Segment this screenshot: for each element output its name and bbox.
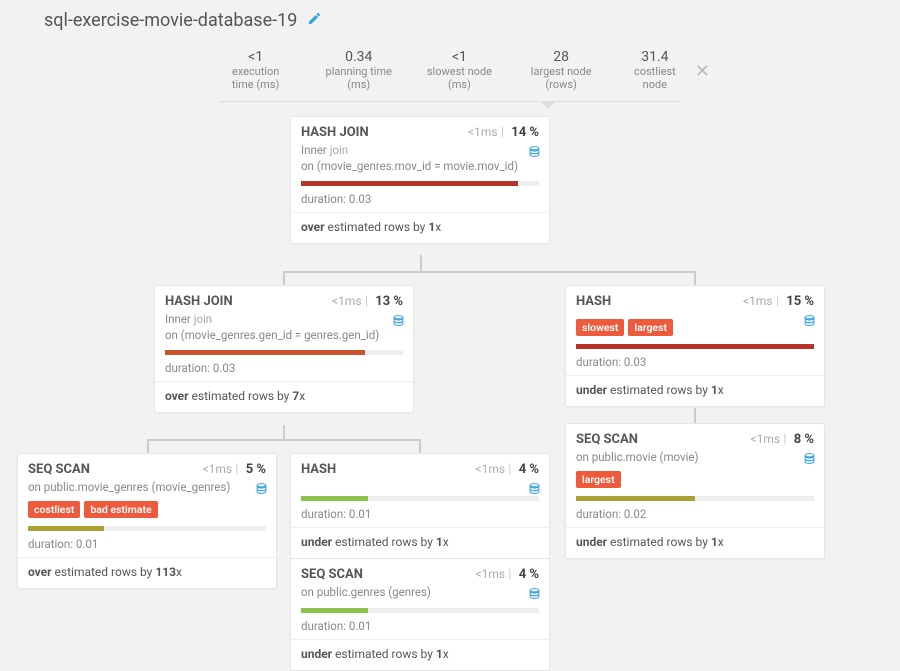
connector: [147, 439, 419, 441]
duration-label: duration: 0.03: [566, 351, 824, 375]
node-title: HASH: [301, 462, 336, 477]
node-title: SEQ SCAN: [301, 567, 363, 582]
plan-node-seq-scan-movie[interactable]: SEQ SCAN <1ms | 8 % on public.movie (mov…: [565, 423, 825, 559]
duration-label: duration: 0.02: [566, 503, 824, 527]
badge-costliest: costliest: [28, 501, 80, 518]
plan-tree: HASH JOIN <1ms | 14 % Inner join on (mov…: [0, 102, 900, 662]
node-title: HASH: [576, 294, 611, 309]
database-icon[interactable]: [803, 452, 816, 470]
estimate-label: over estimated rows by 113x: [18, 557, 276, 588]
node-title: HASH JOIN: [165, 294, 233, 309]
plan-node-seq-scan-genres[interactable]: SEQ SCAN <1ms | 4 % on public.genres (ge…: [290, 558, 550, 671]
node-badges: largest: [566, 471, 824, 494]
plan-node-hash-5[interactable]: HASH <1ms | 4 % duration: 0.01 under est…: [290, 453, 550, 559]
connector: [283, 425, 285, 439]
database-icon[interactable]: [528, 145, 541, 163]
badge-slowest: slowest: [576, 319, 624, 336]
plan-node-hash-join-2[interactable]: HASH JOIN <1ms | 13 % Inner join on (mov…: [154, 285, 414, 413]
duration-bar: [28, 526, 266, 531]
page-title: sql-exercise-movie-database-19: [44, 10, 297, 31]
node-subtext: on public.genres (genres): [291, 585, 549, 606]
node-subtext: on public.movie (movie): [566, 450, 824, 471]
duration-bar: [301, 496, 539, 501]
duration-bar: [165, 350, 403, 355]
database-icon[interactable]: [803, 314, 816, 332]
connector: [694, 408, 696, 423]
stat-largest-node: 28 largest node (rows): [527, 49, 596, 91]
stat-costliest-node: 31.4 costliest node: [630, 49, 680, 91]
estimate-label: over estimated rows by 7x: [155, 381, 413, 412]
node-title: HASH JOIN: [301, 125, 369, 140]
badge-bad-estimate: bad estimate: [84, 501, 157, 518]
duration-bar: [301, 608, 539, 613]
badge-largest: largest: [628, 319, 673, 336]
stat-slowest-node: <1 slowest node (ms): [426, 49, 492, 91]
estimate-label: under estimated rows by 1x: [291, 639, 549, 670]
node-badges: slowest largest: [566, 319, 824, 342]
stat-execution-time: <1 execution time (ms): [220, 49, 291, 91]
node-subtext: [291, 480, 549, 494]
node-subtext: Inner join on (movie_genres.mov_id = mov…: [291, 143, 549, 179]
node-subtext: on public.movie_genres (movie_genres): [18, 480, 276, 501]
stat-planning-time: 0.34 planning time (ms): [325, 49, 392, 91]
connector: [694, 271, 696, 285]
node-subtext: [566, 312, 824, 319]
database-icon[interactable]: [255, 482, 268, 500]
duration-label: duration: 0.01: [291, 503, 549, 527]
plan-node-hash-join-root[interactable]: HASH JOIN <1ms | 14 % Inner join on (mov…: [290, 116, 550, 244]
duration-bar: [576, 496, 814, 501]
estimate-label: under estimated rows by 1x: [566, 375, 824, 406]
connector: [147, 439, 149, 453]
connector: [420, 255, 422, 271]
duration-label: duration: 0.01: [18, 533, 276, 557]
badge-largest: largest: [576, 471, 621, 488]
connector: [419, 439, 421, 453]
header: sql-exercise-movie-database-19: [0, 0, 900, 35]
close-icon[interactable]: ✕: [695, 61, 710, 82]
node-title: SEQ SCAN: [28, 462, 90, 477]
database-icon[interactable]: [392, 314, 405, 332]
node-badges: costliest bad estimate: [18, 501, 276, 524]
estimate-label: under estimated rows by 1x: [566, 527, 824, 558]
node-subtext: Inner join on (movie_genres.gen_id = gen…: [155, 312, 413, 348]
duration-label: duration: 0.03: [155, 357, 413, 381]
estimate-label: under estimated rows by 1x: [291, 527, 549, 558]
duration-label: duration: 0.01: [291, 615, 549, 639]
duration-label: duration: 0.03: [291, 188, 549, 212]
duration-bar: [576, 344, 814, 349]
connector: [283, 271, 285, 285]
estimate-label: over estimated rows by 1x: [291, 212, 549, 243]
plan-node-seq-scan-movie-genres[interactable]: SEQ SCAN <1ms | 5 % on public.movie_genr…: [17, 453, 277, 589]
edit-icon[interactable]: [307, 11, 322, 30]
node-title: SEQ SCAN: [576, 432, 638, 447]
plan-node-hash-3[interactable]: HASH <1ms | 15 % slowest largest duratio…: [565, 285, 825, 407]
stats-row: <1 execution time (ms) 0.34 planning tim…: [220, 43, 680, 102]
connector: [283, 271, 694, 273]
database-icon[interactable]: [528, 587, 541, 605]
duration-bar: [301, 181, 539, 186]
